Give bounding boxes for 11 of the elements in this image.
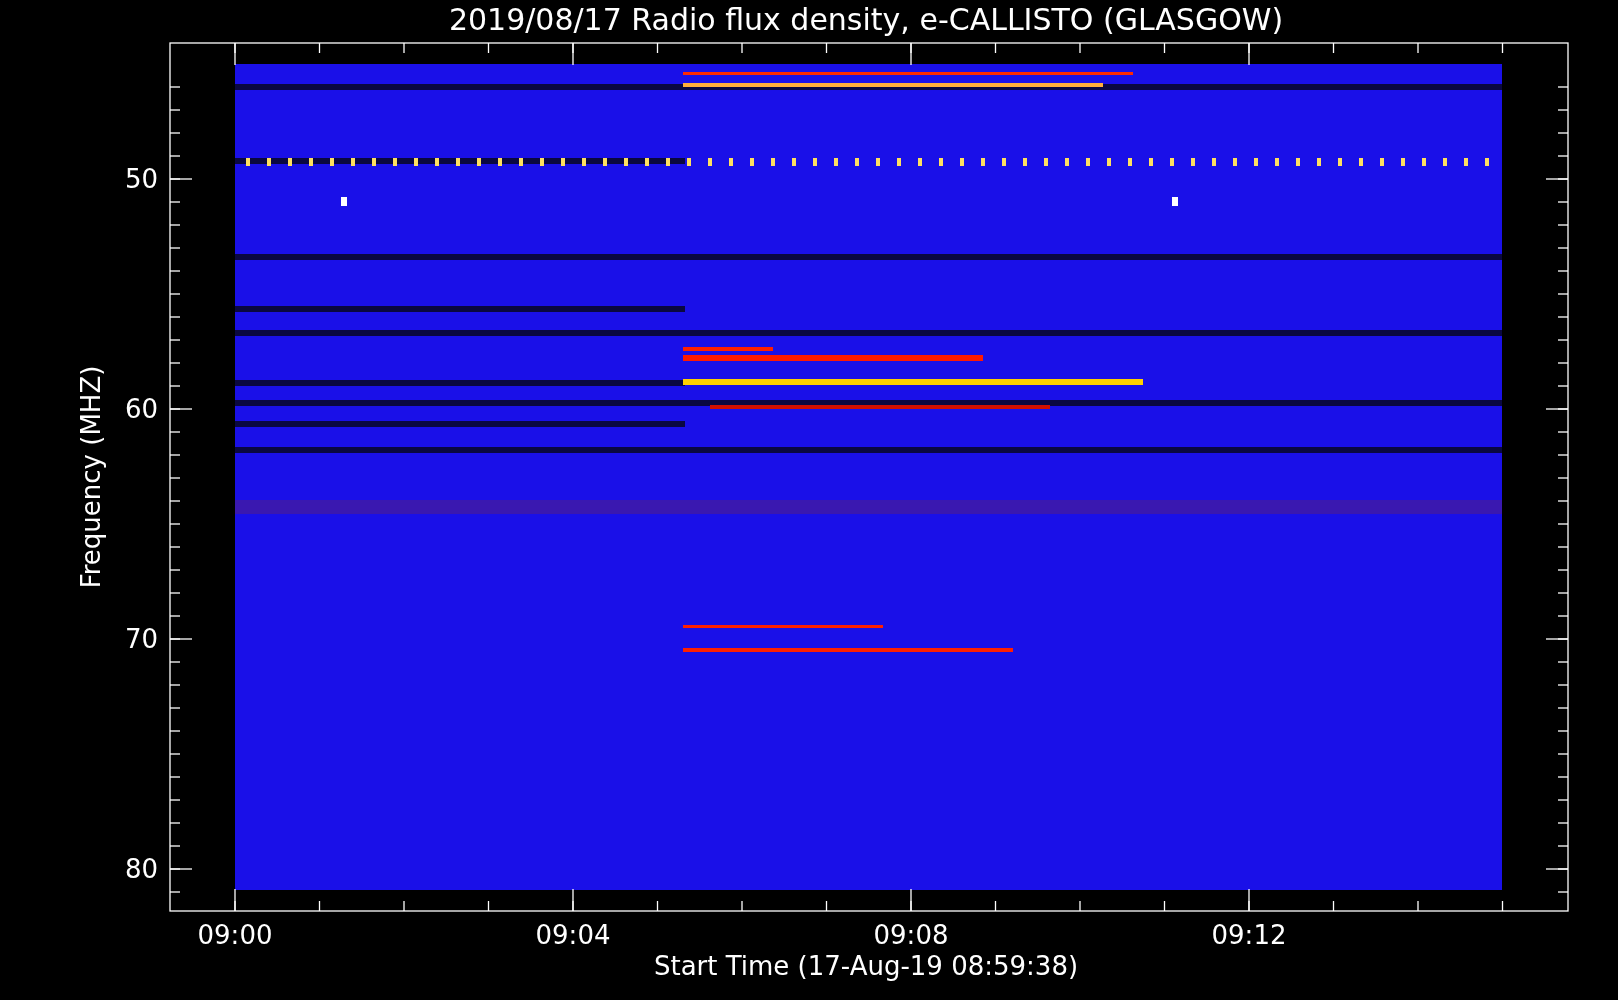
y-tick-label: 60 xyxy=(124,394,158,424)
y-tick-label: 80 xyxy=(124,854,158,884)
y-tick-label: 70 xyxy=(124,624,158,654)
x-tick-label: 09:08 xyxy=(873,920,949,950)
x-tick-label: 09:04 xyxy=(535,920,611,950)
x-tick-label: 09:00 xyxy=(197,920,273,950)
chart-title: 2019/08/17 Radio flux density, e-CALLISTO (GLASGOW) xyxy=(448,2,1284,37)
x-tick-label: 09:12 xyxy=(1211,920,1287,950)
y-tick-label: 50 xyxy=(124,164,158,194)
y-axis-label: Frequency (MHZ) xyxy=(76,365,106,589)
x-axis-label: Start Time (17-Aug-19 08:59:38) xyxy=(653,951,1079,981)
